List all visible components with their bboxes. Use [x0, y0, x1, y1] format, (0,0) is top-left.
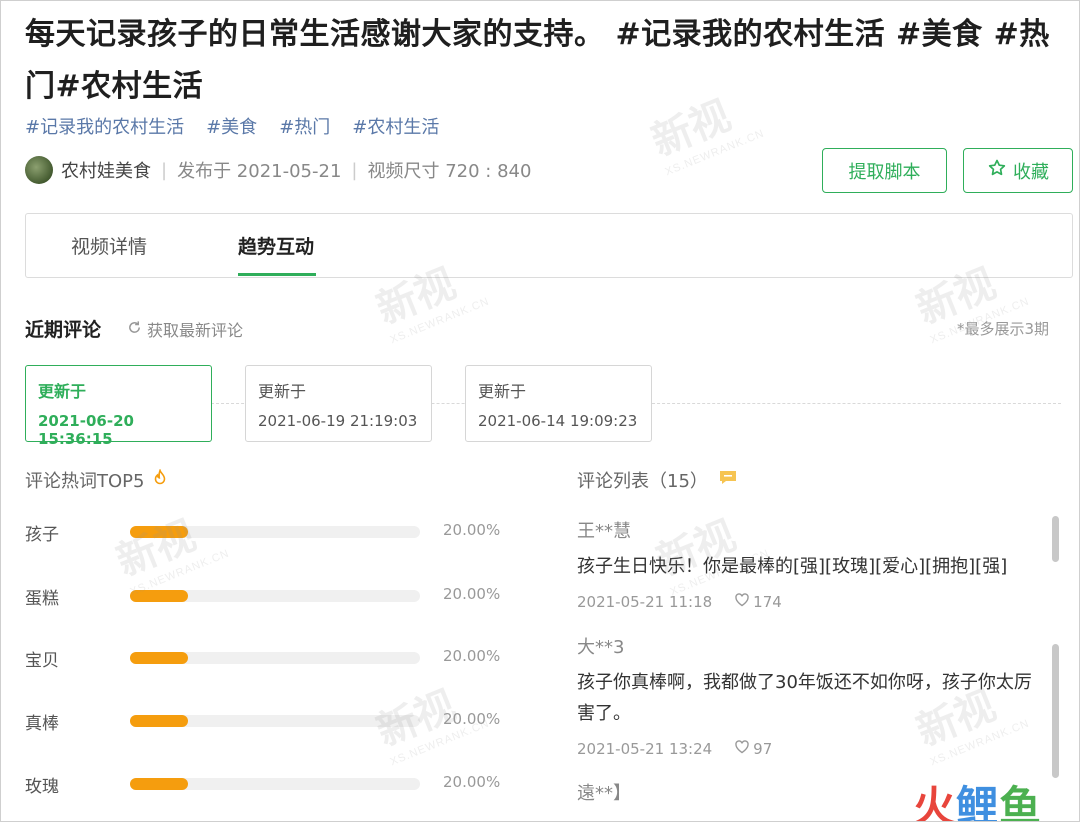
divider: | — [351, 159, 358, 181]
star-icon — [987, 158, 1007, 183]
tag-link[interactable]: #记录我的农村生活 — [25, 113, 184, 139]
hot-word-bar-track — [130, 715, 420, 727]
comment-time: 2021-05-21 11:18 — [577, 593, 713, 611]
comment-footer: 2021-05-21 13:24 97 — [577, 739, 1042, 759]
active-tab-indicator — [238, 273, 316, 276]
hot-word: 宝贝 — [25, 651, 59, 671]
scrollbar-thumb[interactable] — [1052, 644, 1059, 778]
hot-word: 蛋糕 — [25, 589, 59, 609]
hot-word-bar — [130, 526, 188, 538]
extract-script-button[interactable]: 提取脚本 — [822, 148, 947, 193]
refresh-label: 获取最新评论 — [147, 321, 244, 340]
hot-word-row: 孩子 20.00% — [25, 521, 505, 545]
update-datetime: 2021-06-20 15:36:15 — [38, 412, 134, 448]
page: 每天记录孩子的日常生活感谢大家的支持。 #记录我的农村生活 #美食 #热门#农村… — [0, 0, 1080, 822]
comment-list-title: 评论列表（15） — [577, 467, 738, 493]
update-label: 更新于 — [258, 382, 307, 401]
update-label: 更新于 — [38, 382, 87, 401]
brand-logo: 火鲤鱼 — [913, 782, 1043, 822]
like-button[interactable]: 174 — [734, 592, 782, 612]
hot-word-row: 玫瑰 20.00% — [25, 773, 505, 797]
tag-list: #记录我的农村生活 #美食 #热门 #农村生活 — [25, 113, 439, 139]
hot-word: 孩子 — [25, 525, 59, 545]
hot-word: 玫瑰 — [25, 777, 59, 797]
scrollbar-thumb[interactable] — [1052, 516, 1059, 562]
comment-list-label: 评论列表（15） — [577, 471, 708, 492]
hot-word-percent: 20.00% — [443, 647, 501, 665]
fire-icon — [152, 467, 168, 492]
hot-word-bar-track — [130, 652, 420, 664]
hot-word-bar — [130, 590, 188, 602]
comment-footer: 2021-05-21 11:18 174 — [577, 592, 1042, 612]
update-card-selected[interactable]: 更新于 2021-06-20 15:36:15 — [25, 365, 212, 448]
video-size: 视频尺寸 720 : 840 — [367, 161, 532, 182]
display-limit-note: *最多展示3期 — [956, 320, 1049, 338]
post-title: 每天记录孩子的日常生活感谢大家的支持。 #记录我的农村生活 #美食 #热门#农村… — [25, 17, 1050, 104]
hot-word-row: 蛋糕 20.00% — [25, 585, 505, 609]
tag-link[interactable]: #美食 — [206, 113, 257, 139]
comment-item: 王**慧 孩子生日快乐！你是最棒的[强][玫瑰][爱心][拥抱][强] 2021… — [577, 517, 1042, 612]
hot-word-bar — [130, 715, 188, 727]
tag-link[interactable]: #农村生活 — [352, 113, 439, 139]
comment-user: 大**3 — [577, 637, 625, 658]
tab-trend-interaction[interactable]: 趋势互动 — [238, 232, 314, 259]
update-card[interactable]: 更新于 2021-06-14 19:09:23 — [465, 365, 652, 442]
extract-script-label: 提取脚本 — [848, 161, 921, 183]
avatar[interactable] — [25, 156, 53, 184]
divider: | — [161, 159, 168, 181]
comment-user: 王**慧 — [577, 521, 631, 542]
hot-word-row: 宝贝 20.00% — [25, 647, 505, 671]
hot-word-percent: 20.00% — [443, 710, 501, 728]
author-name[interactable]: 农村娃美食 — [61, 157, 151, 183]
hot-word-bar — [130, 652, 188, 664]
hot-words-title: 评论热词TOP5 — [25, 467, 168, 493]
like-count: 174 — [753, 593, 782, 611]
comment-text: 孩子生日快乐！你是最棒的[强][玫瑰][爱心][拥抱][强] — [577, 556, 1008, 577]
refresh-icon — [127, 320, 142, 339]
watermark: 新视 XS.NEWRANK.CN — [110, 513, 232, 599]
refresh-comments-button[interactable]: 获取最新评论 — [127, 317, 243, 341]
favorite-button[interactable]: 收藏 — [963, 148, 1073, 193]
comment-item: 大**3 孩子你真棒啊，我都做了30年饭还不如你呀，孩子你太厉害了。 2021-… — [577, 633, 1042, 759]
tab-bar: 视频详情 趋势互动 — [25, 213, 1073, 278]
update-datetime: 2021-06-19 21:19:03 — [258, 412, 418, 430]
hot-word-bar-track — [130, 590, 420, 602]
hot-words-label: 评论热词TOP5 — [25, 471, 145, 492]
update-card[interactable]: 更新于 2021-06-19 21:19:03 — [245, 365, 432, 442]
update-datetime: 2021-06-14 19:09:23 — [478, 412, 638, 430]
comment-text: 孩子你真棒啊，我都做了30年饭还不如你呀，孩子你太厉害了。 — [577, 672, 1032, 724]
hot-word: 真棒 — [25, 714, 59, 734]
tab-video-details[interactable]: 视频详情 — [71, 232, 147, 259]
comment-scrollbar[interactable] — [1052, 516, 1059, 778]
recent-comments-title: 近期评论 — [25, 319, 102, 341]
hot-word-percent: 20.00% — [443, 521, 501, 539]
hot-word-bar — [130, 778, 188, 790]
heart-icon — [734, 739, 750, 759]
hot-word-bar-track — [130, 778, 420, 790]
publish-date: 发布于 2021-05-21 — [177, 161, 342, 182]
hot-word-row: 真棒 20.00% — [25, 710, 505, 734]
comment-icon — [718, 469, 738, 492]
tag-link[interactable]: #热门 — [279, 113, 330, 139]
comment-time: 2021-05-21 13:24 — [577, 740, 713, 758]
post-meta: 农村娃美食 | 发布于 2021-05-21 | 视频尺寸 720 : 840 — [25, 156, 531, 184]
hot-word-percent: 20.00% — [443, 773, 501, 791]
hot-word-percent: 20.00% — [443, 585, 501, 603]
like-button[interactable]: 97 — [734, 739, 772, 759]
heart-icon — [734, 592, 750, 612]
like-count: 97 — [753, 740, 773, 758]
favorite-label: 收藏 — [1013, 161, 1049, 183]
hot-word-bar-track — [130, 526, 420, 538]
update-label: 更新于 — [478, 382, 527, 401]
